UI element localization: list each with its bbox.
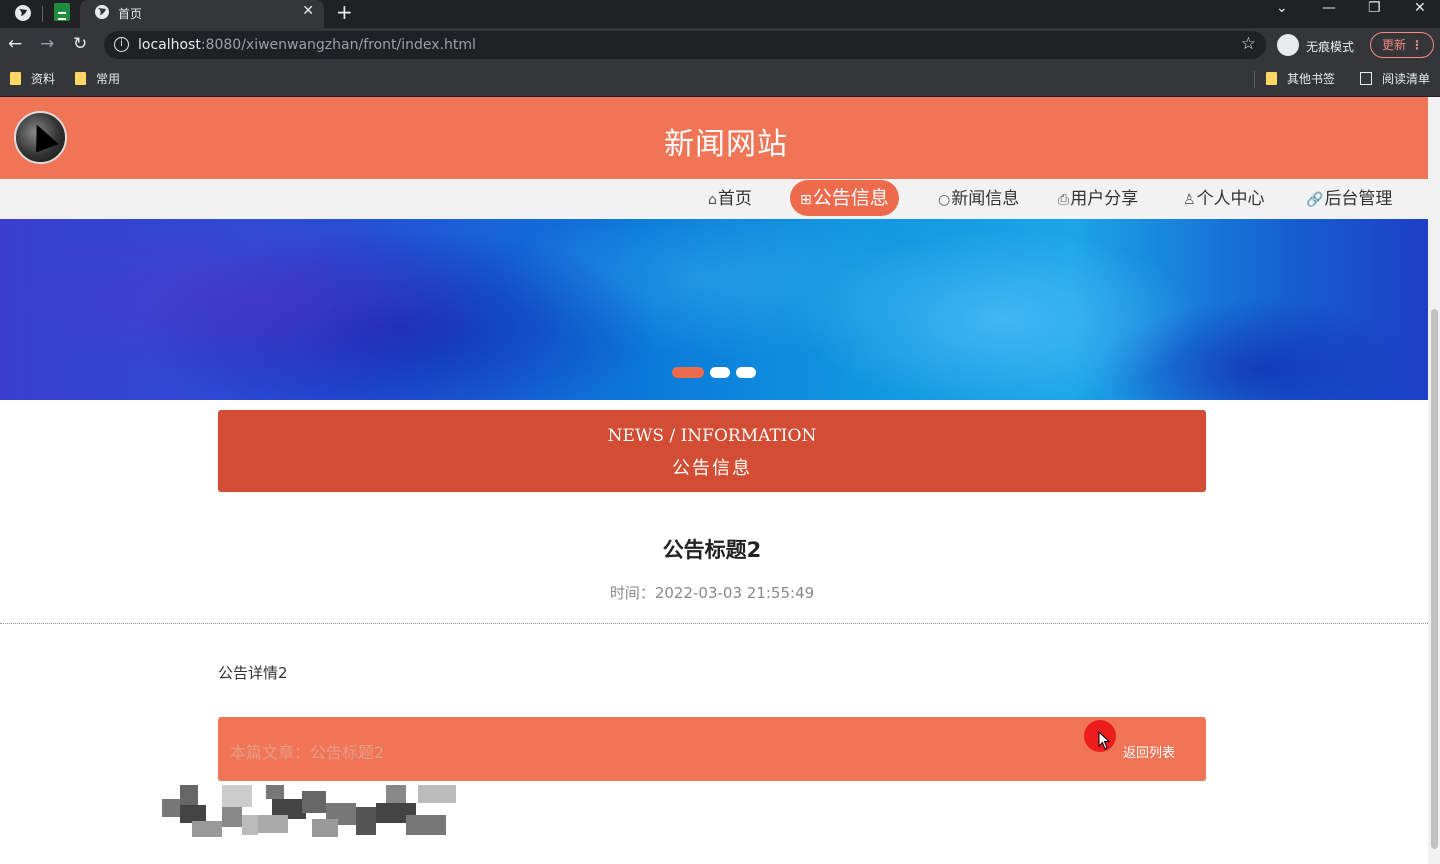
divider (0, 623, 1428, 624)
circle-icon: ○ (938, 192, 951, 208)
back-to-list-link[interactable]: 返回列表 (1123, 742, 1175, 761)
section-title-en: NEWS / INFORMATION (607, 426, 817, 446)
user-icon: ♙ (1183, 192, 1196, 208)
update-label: 更新 (1382, 38, 1407, 52)
menu-dots-icon[interactable]: ⋮ (1411, 33, 1423, 57)
bookmark-star-icon[interactable]: ☆ (1241, 34, 1256, 54)
tab-title: 首页 (118, 7, 143, 21)
printer-icon: ⎙ (1058, 192, 1070, 208)
forward-icon[interactable]: → (40, 34, 54, 54)
new-tab-icon[interactable]: + (336, 0, 353, 24)
bookmark-separator (1254, 71, 1255, 88)
main-nav: ⌂首页 ⊞公告信息 ○新闻信息 ⎙用户分享 ♙个人中心 🔗后台管理 (0, 179, 1428, 219)
nav-user-share[interactable]: ⎙用户分享 (1058, 179, 1138, 219)
carousel-dot-1[interactable] (672, 367, 704, 378)
scrollbar-thumb[interactable] (1431, 309, 1438, 849)
nav-label: 首页 (717, 189, 752, 209)
incognito-icon[interactable] (1277, 34, 1299, 56)
chrome-globe-icon[interactable] (14, 4, 32, 22)
globe-icon (95, 5, 109, 19)
back-icon[interactable]: ← (8, 34, 22, 54)
web-page: 新闻网站 ⌂首页 ⊞公告信息 ○新闻信息 ⎙用户分享 ♙个人中心 🔗后台管理 N… (0, 97, 1428, 864)
carousel-dot-3[interactable] (736, 367, 756, 378)
section-header: NEWS / INFORMATION 公告信息 (218, 410, 1206, 492)
site-header: 新闻网站 (0, 97, 1428, 179)
article-footer-bar: 本篇文章：公告标题2 返回列表 (218, 717, 1206, 781)
browser-toolbar: ← → ↻ i localhost:8080/xiwenwangzhan/fro… (0, 28, 1440, 62)
bookmark-other[interactable]: 其他书签 (1266, 70, 1335, 87)
section-title-cn: 公告信息 (672, 458, 752, 479)
current-article-label: 本篇文章：公告标题2 (230, 743, 385, 762)
pixelated-watermark (162, 785, 456, 837)
reading-list[interactable]: 阅读清单 (1360, 70, 1430, 87)
restore-icon[interactable]: ❐ (1368, 0, 1381, 16)
reading-list-icon (1360, 72, 1372, 85)
incognito-label: 无痕模式 (1306, 40, 1355, 54)
carousel-dot-2[interactable] (710, 367, 730, 378)
nav-home[interactable]: ⌂首页 (708, 179, 752, 219)
address-bar[interactable]: i localhost:8080/xiwenwangzhan/front/ind… (104, 31, 1266, 59)
mouse-cursor-icon (1098, 731, 1111, 750)
nav-personal-center[interactable]: ♙个人中心 (1183, 179, 1265, 219)
bookmarks-bar: 资料 常用 其他书签 阅读清单 (0, 62, 1440, 97)
info-icon[interactable]: i (114, 37, 129, 52)
update-button[interactable]: 更新 ⋮ (1370, 32, 1434, 58)
nav-news[interactable]: ○新闻信息 (938, 179, 1019, 219)
carousel-indicators (0, 367, 1428, 378)
minimize-icon[interactable]: — (1322, 0, 1336, 16)
gift-icon: ⊞ (800, 192, 812, 208)
bookmark-folder-changyong[interactable]: 常用 (75, 70, 120, 87)
browser-tab-bar: 首页 ✕ + ⌄ — ❐ ✕ (0, 0, 1440, 28)
sheets-tab-icon[interactable] (54, 3, 70, 21)
carousel-banner[interactable] (0, 219, 1428, 400)
folder-icon (1266, 72, 1277, 85)
nav-label: 个人中心 (1196, 189, 1265, 209)
link-icon: 🔗 (1306, 192, 1324, 208)
tab-close-icon[interactable]: ✕ (302, 3, 314, 19)
bookmark-folder-ziliao[interactable]: 资料 (10, 70, 55, 87)
nav-label: 公告信息 (812, 187, 889, 209)
close-window-icon[interactable]: ✕ (1414, 0, 1426, 16)
active-tab[interactable]: 首页 ✕ (80, 0, 324, 28)
nav-admin[interactable]: 🔗后台管理 (1306, 179, 1392, 219)
nav-label: 新闻信息 (951, 189, 1020, 209)
article-body: 公告详情2 (218, 664, 288, 682)
nav-label: 后台管理 (1324, 189, 1393, 209)
article-time: 时间：2022-03-03 21:55:49 (609, 584, 815, 602)
article-title: 公告标题2 (662, 538, 762, 562)
home-icon: ⌂ (708, 192, 717, 208)
url-text[interactable]: localhost:8080/xiwenwangzhan/front/index… (138, 37, 476, 53)
folder-icon (75, 72, 86, 85)
nav-announcements[interactable]: ⊞公告信息 (790, 180, 899, 216)
tab-search-icon[interactable]: ⌄ (1276, 0, 1288, 16)
page-scrollbar[interactable] (1428, 97, 1440, 864)
folder-icon (10, 72, 21, 85)
site-title: 新闻网站 (664, 127, 788, 162)
tab-separator (42, 6, 43, 22)
nav-label: 用户分享 (1070, 189, 1139, 209)
reload-icon[interactable]: ↻ (73, 34, 87, 54)
